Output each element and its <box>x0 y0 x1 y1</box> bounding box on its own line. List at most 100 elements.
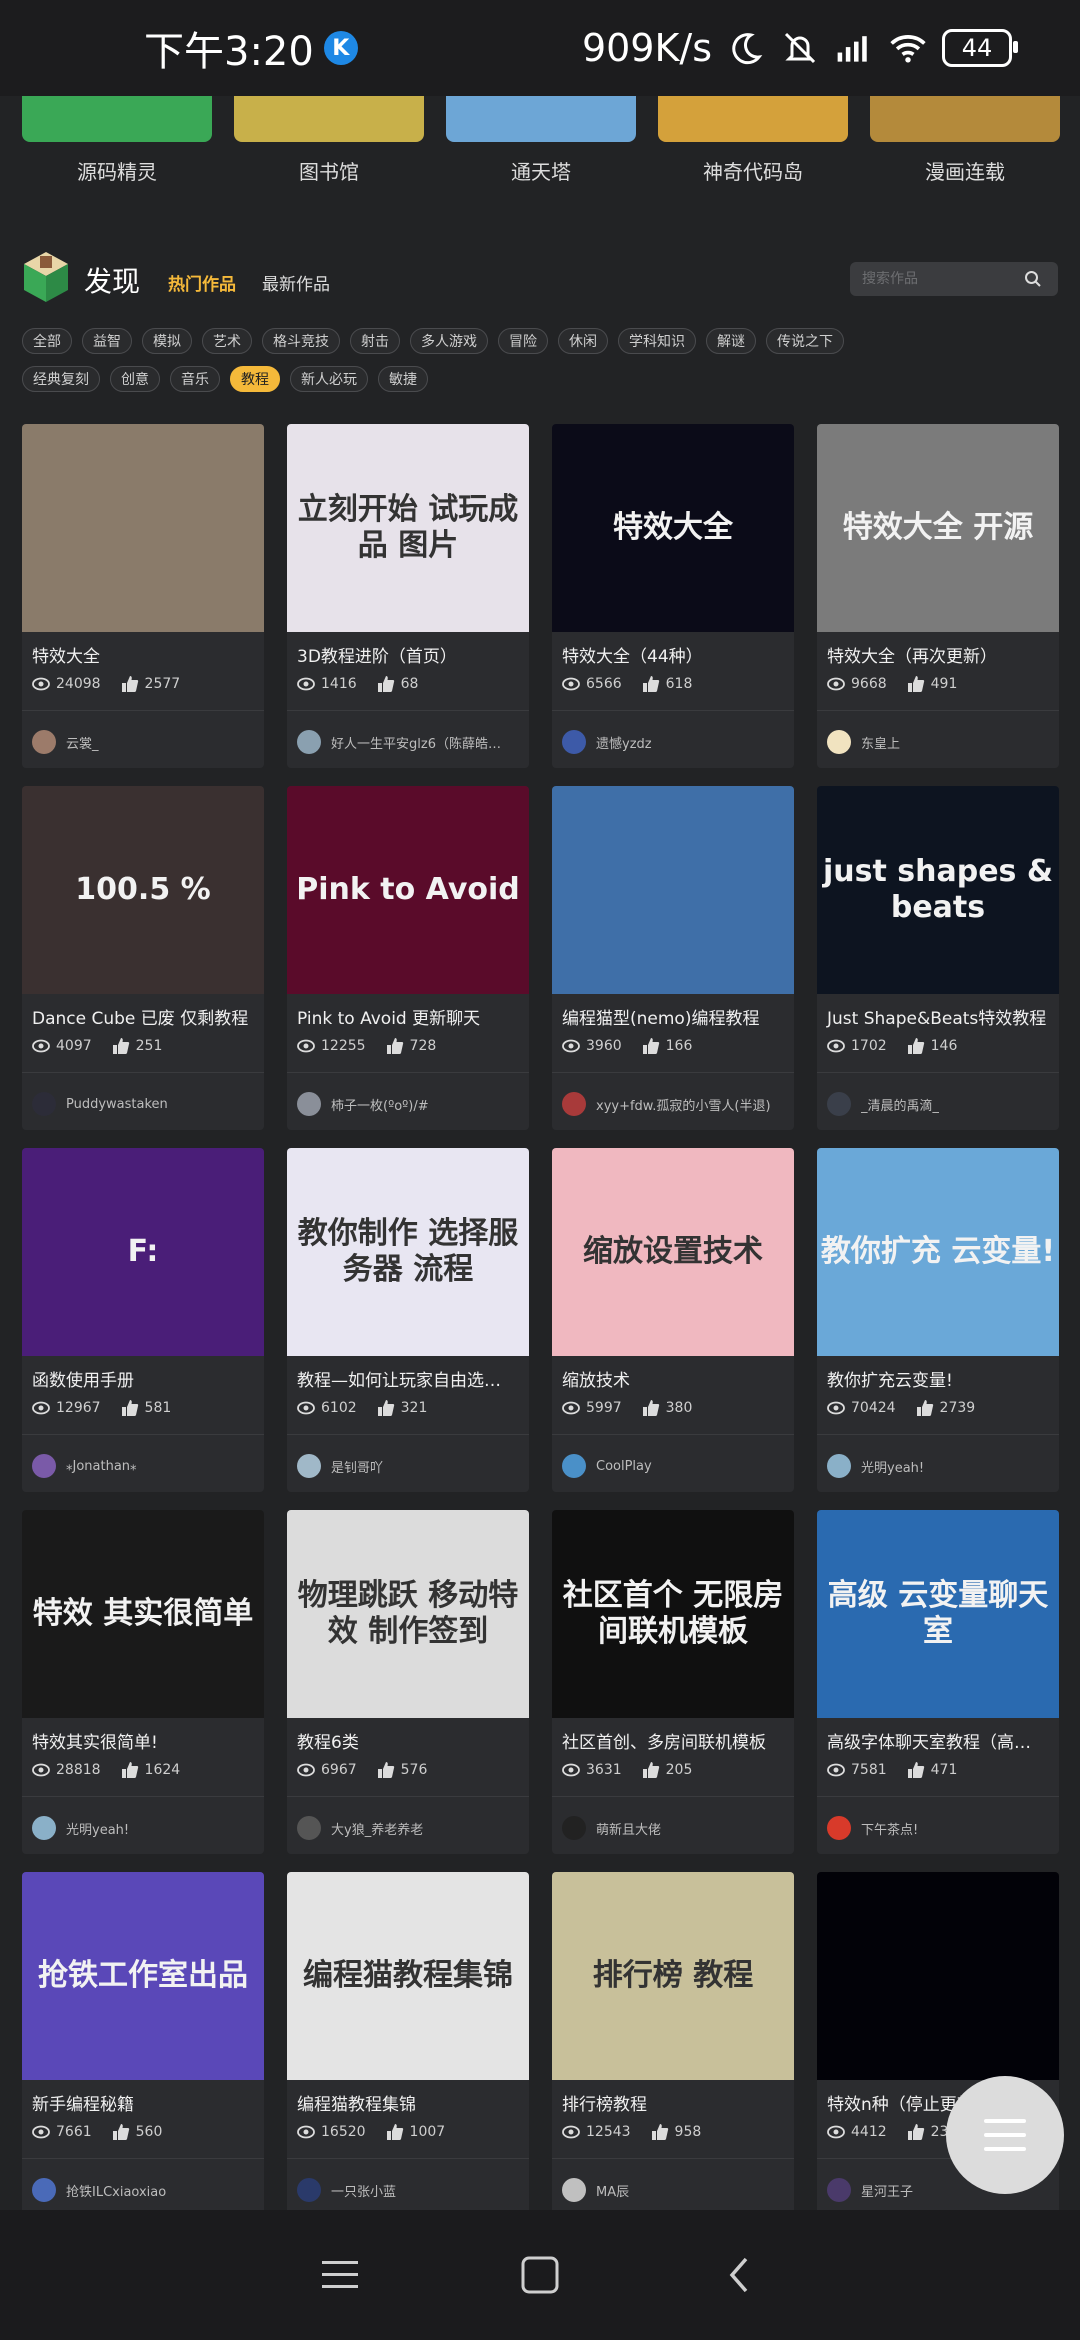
work-title[interactable]: 教程—如何让玩家自由选… <box>287 1356 529 1391</box>
work-thumbnail[interactable]: 教你扩充 云变量! <box>817 1148 1059 1356</box>
author-name[interactable]: ⁎Jonathan⁎ <box>66 1459 137 1474</box>
author-name[interactable]: 柿子一枚(ºoº)/# <box>331 1095 429 1114</box>
avatar[interactable] <box>827 730 851 754</box>
tag-chip[interactable]: 冒险 <box>498 328 548 354</box>
work-title[interactable]: 教你扩充云变量! <box>817 1356 1059 1391</box>
work-title[interactable]: Dance Cube 已废 仅剩教程 <box>22 994 264 1029</box>
work-card[interactable]: 教你扩充 云变量! 教你扩充云变量! 70424 2739 光明yeah! <box>817 1148 1059 1492</box>
work-card[interactable]: 缩放设置技术 缩放技术 5997 380 CoolPlay <box>552 1148 794 1492</box>
author-name[interactable]: 好人一生平安glz6（陈薛皓… <box>331 733 501 752</box>
avatar[interactable] <box>827 2178 851 2202</box>
work-card[interactable]: F: 函数使用手册 12967 581 ⁎Jonathan⁎ <box>22 1148 264 1492</box>
work-author[interactable]: 云裳_ <box>32 730 254 754</box>
work-author[interactable]: 好人一生平安glz6（陈薛皓… <box>297 730 519 754</box>
work-card[interactable]: 100.5 % Dance Cube 已废 仅剩教程 4097 251 Puddywas… <box>22 786 264 1130</box>
avatar[interactable] <box>297 1816 321 1840</box>
author-name[interactable]: 抢铁ILCxiaoxiao <box>66 2181 166 2200</box>
work-thumbnail[interactable] <box>552 786 794 994</box>
work-thumbnail[interactable]: 缩放设置技术 <box>552 1148 794 1356</box>
tag-chip[interactable]: 教程 <box>230 366 280 392</box>
tab-new-works[interactable]: 最新作品 <box>262 270 330 295</box>
work-title[interactable]: 排行榜教程 <box>552 2080 794 2115</box>
work-thumbnail[interactable]: 100.5 % <box>22 786 264 994</box>
work-thumbnail[interactable]: Pink to Avoid <box>287 786 529 994</box>
author-name[interactable]: 光明yeah! <box>66 1819 129 1838</box>
work-thumbnail[interactable]: 特效 其实很简单 <box>22 1510 264 1718</box>
work-card[interactable]: 特效大全 开源 特效大全（再次更新） 9668 491 东皇上 <box>817 424 1059 768</box>
work-thumbnail[interactable]: 排行榜 教程 <box>552 1872 794 2080</box>
work-title[interactable]: 教程6类 <box>287 1718 529 1753</box>
work-thumbnail[interactable]: 抢铁工作室出品 <box>22 1872 264 2080</box>
work-card[interactable]: 编程猫型(nemo)编程教程 3960 166 xyy+fdw.孤寂的小雪人(半退) <box>552 786 794 1130</box>
avatar[interactable] <box>562 1454 586 1478</box>
tag-chip[interactable]: 经典复刻 <box>22 366 100 392</box>
tag-chip[interactable]: 学科知识 <box>618 328 696 354</box>
work-title[interactable]: 特效大全 <box>22 632 264 667</box>
work-title[interactable]: Pink to Avoid 更新聊天 <box>287 994 529 1029</box>
author-name[interactable]: 遗憾yzdz <box>596 733 652 752</box>
avatar[interactable] <box>297 1092 321 1116</box>
work-card[interactable]: 排行榜 教程 排行榜教程 12543 958 MA辰 <box>552 1872 794 2216</box>
author-name[interactable]: MA辰 <box>596 2181 629 2200</box>
work-title[interactable]: Just Shape&Beats特效教程 <box>817 994 1059 1029</box>
tag-chip[interactable]: 传说之下 <box>766 328 844 354</box>
work-author[interactable]: CoolPlay <box>562 1454 784 1478</box>
work-thumbnail[interactable]: 编程猫教程集锦 <box>287 1872 529 2080</box>
menu-icon[interactable] <box>318 2255 362 2295</box>
author-name[interactable]: 东皇上 <box>861 733 900 752</box>
avatar[interactable] <box>827 1092 851 1116</box>
author-name[interactable]: 星河王子 <box>861 2181 913 2200</box>
work-author[interactable]: 大y狼_养老养老 <box>297 1816 519 1840</box>
avatar[interactable] <box>32 1454 56 1478</box>
work-title[interactable]: 特效大全（再次更新） <box>817 632 1059 667</box>
tag-chip[interactable]: 多人游戏 <box>410 328 488 354</box>
tag-chip[interactable]: 音乐 <box>170 366 220 392</box>
search-input[interactable] <box>860 270 1024 288</box>
work-title[interactable]: 函数使用手册 <box>22 1356 264 1391</box>
author-name[interactable]: 下午茶点! <box>861 1819 918 1838</box>
home-square-icon[interactable] <box>518 2253 562 2297</box>
work-card[interactable]: 物理跳跃 移动特效 制作签到 教程6类 6967 576 大y狼_养老养老 <box>287 1510 529 1854</box>
avatar[interactable] <box>827 1816 851 1840</box>
avatar[interactable] <box>562 730 586 754</box>
work-card[interactable]: 立刻开始 试玩成品 图片 3D教程进阶（首页） 1416 68 好人一生平安glz6（陈… <box>287 424 529 768</box>
work-thumbnail[interactable]: 高级 云变量聊天室 <box>817 1510 1059 1718</box>
tag-chip[interactable]: 敏捷 <box>378 366 428 392</box>
tag-chip[interactable]: 解谜 <box>706 328 756 354</box>
work-thumbnail[interactable]: 特效大全 <box>552 424 794 632</box>
work-title[interactable]: 高级字体聊天室教程（高… <box>817 1718 1059 1753</box>
avatar[interactable] <box>32 1816 56 1840</box>
author-name[interactable]: _清晨的禹滴_ <box>861 1095 939 1114</box>
work-thumbnail[interactable]: 社区首个 无限房间联机模板 <box>552 1510 794 1718</box>
search-box[interactable] <box>850 262 1058 296</box>
avatar[interactable] <box>297 1454 321 1478</box>
tag-chip[interactable]: 全部 <box>22 328 72 354</box>
work-author[interactable]: 一只张小蓝 <box>297 2178 519 2202</box>
category-item[interactable]: 通天塔 <box>446 96 636 185</box>
tag-chip[interactable]: 新人必玩 <box>290 366 368 392</box>
work-author[interactable]: 光明yeah! <box>32 1816 254 1840</box>
search-icon[interactable] <box>1024 270 1042 288</box>
work-thumbnail[interactable] <box>817 1872 1059 2080</box>
work-thumbnail[interactable]: 特效大全 开源 <box>817 424 1059 632</box>
work-author[interactable]: 光明yeah! <box>827 1454 1049 1478</box>
tag-chip[interactable]: 格斗竞技 <box>262 328 340 354</box>
author-name[interactable]: 萌新且大佬 <box>596 1819 661 1838</box>
tag-chip[interactable]: 艺术 <box>202 328 252 354</box>
avatar[interactable] <box>32 1092 56 1116</box>
work-thumbnail[interactable]: F: <box>22 1148 264 1356</box>
work-thumbnail[interactable]: 物理跳跃 移动特效 制作签到 <box>287 1510 529 1718</box>
work-card[interactable]: 特效大全 特效大全（44种） 6566 618 遗憾yzdz <box>552 424 794 768</box>
work-title[interactable]: 缩放技术 <box>552 1356 794 1391</box>
tab-hot-works[interactable]: 热门作品 <box>168 270 236 295</box>
floating-menu-button[interactable] <box>946 2076 1064 2194</box>
avatar[interactable] <box>562 2178 586 2202</box>
back-chevron-icon[interactable] <box>718 2253 762 2297</box>
work-thumbnail[interactable] <box>22 424 264 632</box>
author-name[interactable]: 云裳_ <box>66 733 99 752</box>
category-item[interactable]: 图书馆 <box>234 96 424 185</box>
work-card[interactable]: 抢铁工作室出品 新手编程秘籍 7661 560 抢铁ILCxiaoxiao <box>22 1872 264 2216</box>
work-title[interactable]: 新手编程秘籍 <box>22 2080 264 2115</box>
work-author[interactable]: xyy+fdw.孤寂的小雪人(半退) <box>562 1092 784 1116</box>
work-thumbnail[interactable]: just shapes & beats <box>817 786 1059 994</box>
